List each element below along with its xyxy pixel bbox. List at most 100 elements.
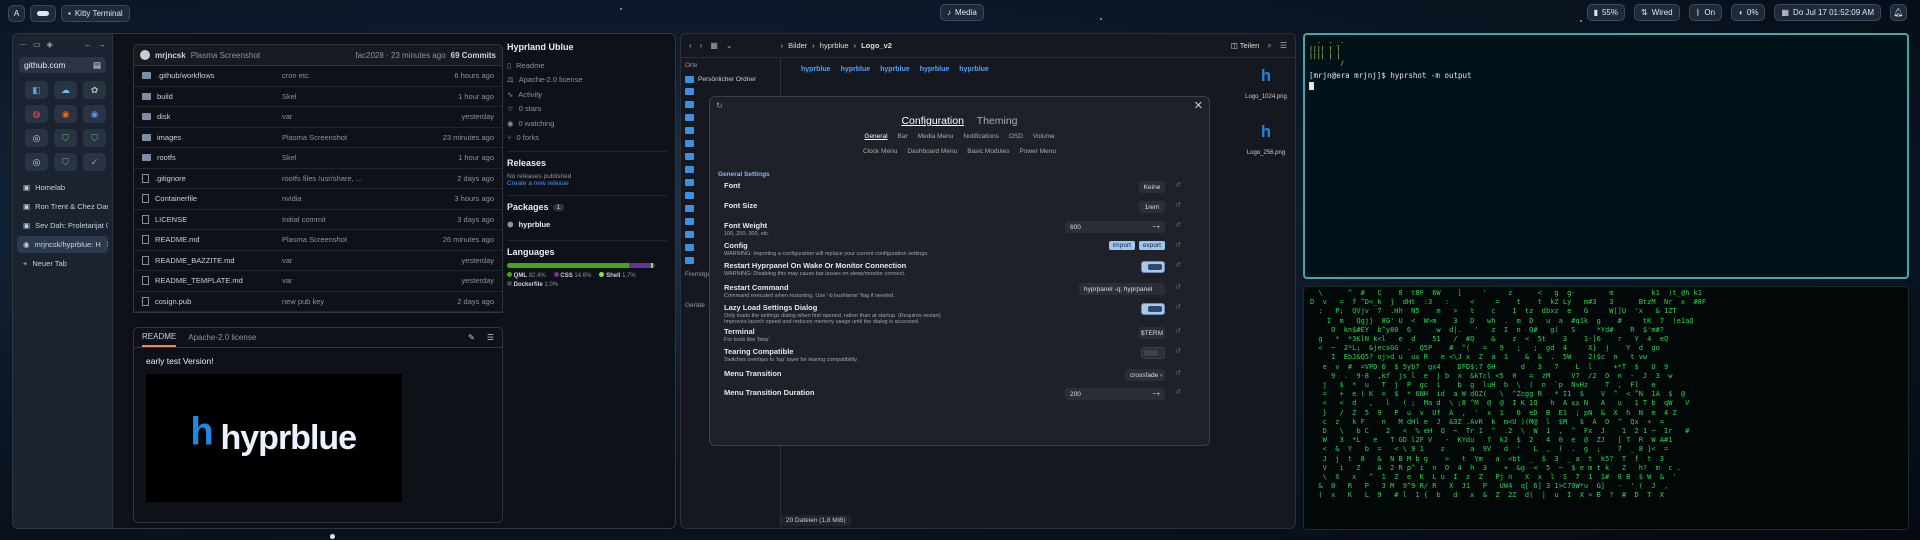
reload-icon[interactable]: ↻ (716, 101, 723, 110)
file-commit-msg[interactable]: Plasma Screenshot (282, 133, 424, 142)
setting-input[interactable]: 1rem (1139, 201, 1165, 213)
file-row[interactable]: README.md Plasma Screenshot 26 minutes ago (134, 230, 502, 251)
forks-link[interactable]: ⑂ 0 forks (507, 131, 667, 146)
readme-tab[interactable]: README (142, 328, 177, 347)
reset-icon[interactable]: ↺ (1175, 303, 1181, 311)
window-title[interactable]: ▪ Kitty Terminal (61, 4, 130, 22)
reset-icon[interactable]: ↺ (1175, 327, 1181, 335)
close-icon[interactable]: ✕ (1194, 99, 1203, 112)
tab-item-active[interactable]: ◉ mrjncsk/hyprblue: H ✕ (17, 236, 108, 253)
setting-spinner[interactable]: 200 −+ (1065, 388, 1165, 400)
hamburger-icon[interactable]: ☰ (1280, 41, 1287, 50)
settings-subtab[interactable]: Notifications (963, 133, 998, 140)
settings-subtab[interactable]: Power Menu (1019, 148, 1056, 155)
file-name[interactable]: disk (157, 112, 170, 121)
file-commit-msg[interactable]: var (282, 276, 424, 285)
bluetooth-module[interactable]: ᛒ On (1688, 4, 1723, 21)
file-thumb[interactable]: ʰ Logo_1024.png (1241, 66, 1291, 100)
minus-plus-icon[interactable]: −+ (1152, 391, 1160, 398)
file-row[interactable]: README_TEMPLATE.md var yesterday (134, 271, 502, 292)
reset-icon[interactable]: ↺ (1175, 221, 1181, 229)
breadcrumb-item[interactable]: Logo_v2 (861, 41, 892, 50)
pinned-tab[interactable]: ◉ (83, 105, 106, 123)
file-commit-msg[interactable]: Initial commit (282, 215, 424, 224)
media-module[interactable]: ♪ Media (940, 4, 984, 21)
app-launcher-button[interactable]: A (8, 4, 25, 22)
setting-toggle[interactable] (1141, 303, 1165, 315)
file-name[interactable]: README_BAZZITE.md (155, 256, 235, 265)
file-name[interactable]: images (157, 133, 181, 142)
file-name[interactable]: README.md (155, 235, 200, 244)
file-row[interactable]: rootfs Skel 1 hour ago (134, 148, 502, 169)
file-commit-msg[interactable]: rootfs files /usr/share, ... (282, 174, 424, 183)
file-row[interactable]: .github/workflows cron etc. 6 hours ago (134, 66, 502, 87)
file-commit-msg[interactable]: new pub key (282, 297, 424, 306)
file-commit-msg[interactable]: Skel (282, 153, 424, 162)
minus-plus-icon[interactable]: −+ (1152, 224, 1160, 231)
file-thumb[interactable]: ʰ Logo_256.png (1241, 122, 1291, 156)
setting-spinner[interactable]: 600 −+ (1065, 221, 1165, 233)
file-row[interactable]: LICENSE Initial commit 3 days ago (134, 210, 502, 230)
sidebar-toggle-icon[interactable]: ▭ (33, 40, 41, 49)
commits-link[interactable]: 69 Commits (451, 51, 496, 60)
reset-icon[interactable]: ↺ (1175, 201, 1181, 209)
pinned-tab[interactable]: ☁ (54, 81, 77, 99)
tab-theming[interactable]: Theming (977, 115, 1018, 127)
tab-item[interactable]: ▣ Homelab (17, 179, 108, 196)
back-icon[interactable]: ‹ (689, 41, 692, 50)
back-icon[interactable]: ← (84, 40, 92, 49)
network-module[interactable]: ⇅ Wired (1634, 4, 1680, 21)
settings-subtab[interactable]: Volume (1033, 133, 1055, 140)
file-row[interactable]: disk var yesterday (134, 107, 502, 128)
file-name[interactable]: .github/workflows (157, 71, 215, 80)
file-name[interactable]: build (157, 92, 173, 101)
new-tab-button[interactable]: + Neuer Tab (17, 255, 108, 272)
settings-subtab[interactable]: Bar (898, 133, 908, 140)
file-row[interactable]: README_BAZZITE.md var yesterday (134, 251, 502, 271)
breadcrumb-item[interactable]: hyprblue (820, 41, 849, 50)
edit-icon[interactable]: ✎ (468, 333, 475, 342)
view-mode-icon[interactable]: ▦ (710, 41, 718, 50)
extension-icon[interactable]: ◈ (47, 40, 53, 49)
readme-link[interactable]: ▯ Readme (507, 58, 667, 73)
settings-subtab[interactable]: Basic Modules (967, 148, 1009, 155)
file-row[interactable]: Containerfile nvidia 3 hours ago (134, 189, 502, 210)
setting-input[interactable]: $TERM (1139, 327, 1165, 339)
list-icon[interactable]: ☰ (487, 333, 494, 342)
language-item[interactable]: QML 82.4% (507, 271, 546, 279)
license-link[interactable]: ⚖ Apache-2.0 license (507, 73, 667, 88)
close-icon[interactable]: ✕ (106, 240, 108, 249)
package-link[interactable]: ⬢ hyprblue (507, 217, 667, 232)
watching-link[interactable]: ◉ 0 watching (507, 116, 667, 131)
pinned-tab[interactable]: ⛉ (54, 129, 77, 147)
reset-icon[interactable]: ↺ (1175, 261, 1181, 269)
reset-icon[interactable]: ↺ (1175, 181, 1181, 189)
file-row[interactable]: build Skel 1 hour ago (134, 87, 502, 107)
file-row[interactable]: images Plasma Screenshot 23 minutes ago (134, 128, 502, 148)
url-bar[interactable]: github.com ▤ (19, 57, 106, 73)
language-item[interactable]: CSS 14.6% (553, 271, 591, 279)
volume-module[interactable]: ◖ 0% (1731, 4, 1766, 21)
setting-select[interactable]: crossfade ‹ (1125, 369, 1165, 381)
logo-thumb[interactable]: hyprblue (959, 66, 989, 80)
notifications-button[interactable]: 🔔︎ (1890, 4, 1907, 21)
pinned-tab[interactable]: ◉ (54, 105, 77, 123)
settings-subtab[interactable]: General (864, 133, 887, 140)
commit-meta[interactable]: fac2028 · 23 minutes ago (355, 51, 445, 60)
setting-toggle[interactable] (1141, 261, 1165, 273)
packages-title[interactable]: Packages (507, 202, 549, 212)
logo-thumb[interactable]: hyprblue (880, 66, 910, 80)
forward-icon[interactable]: › (700, 41, 703, 50)
pinned-tab[interactable]: ◎ (25, 153, 48, 171)
create-release-link[interactable]: Create a new release (507, 180, 667, 187)
search-icon[interactable]: ⌕ (1267, 41, 1271, 51)
matrix-terminal[interactable]: \ ^ # C 8 t8F 6W ] ' z < g g- m k1 )t_@h… (1303, 286, 1909, 530)
tab-configuration[interactable]: Configuration (901, 115, 963, 127)
pinned-tab[interactable]: ✿ (83, 81, 106, 99)
pinned-tab[interactable]: ⛉ (83, 129, 106, 147)
stars-link[interactable]: ☆ 0 stars (507, 102, 667, 117)
file-row[interactable]: .gitignore rootfs files /usr/share, ... 2 … (134, 169, 502, 189)
places-home[interactable]: Persönlicher Ordner (685, 73, 776, 85)
logo-thumb[interactable]: hyprblue (841, 66, 871, 80)
menu-icon[interactable]: ⋯ (19, 40, 27, 49)
